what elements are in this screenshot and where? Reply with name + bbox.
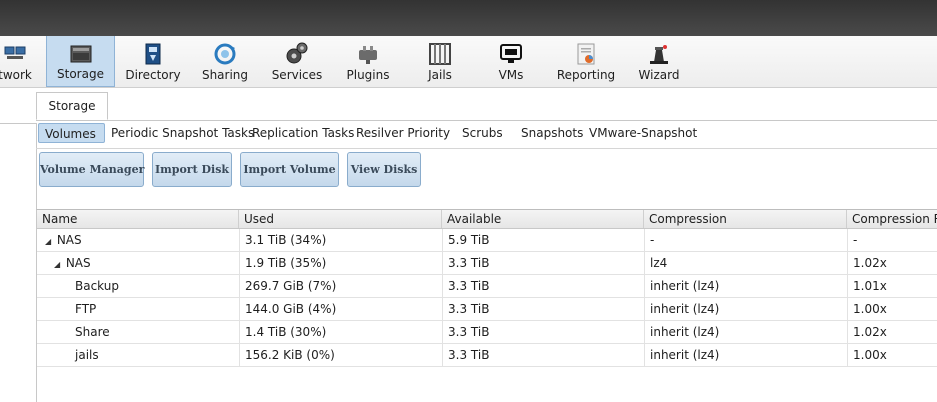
nav-label: Storage xyxy=(57,67,104,81)
nav-sharing[interactable]: Sharing xyxy=(192,36,258,87)
tab-storage[interactable]: Storage xyxy=(36,92,108,120)
table-row[interactable]: ◢ NAS 3.1 TiB (34%) 5.9 TiB - - xyxy=(37,229,937,252)
row-ratio: 1.00x xyxy=(847,344,937,366)
nav-vms[interactable]: VMs xyxy=(486,36,536,87)
nav-jails[interactable]: Jails xyxy=(414,36,466,87)
nav-label: Wizard xyxy=(638,68,680,82)
row-used: 3.1 TiB (34%) xyxy=(239,229,442,251)
volumes-table: Name Used Available Compression Compress… xyxy=(36,209,937,402)
row-name: jails xyxy=(75,348,99,362)
directory-icon xyxy=(145,43,161,65)
column-header-name[interactable]: Name xyxy=(37,210,239,228)
subtab-periodic-snapshot-tasks[interactable]: Periodic Snapshot Tasks xyxy=(111,123,254,143)
subtab-replication-tasks[interactable]: Replication Tasks xyxy=(252,123,354,143)
nav-label: Jails xyxy=(428,68,452,82)
nav-network[interactable]: twork xyxy=(0,36,38,87)
row-used: 1.9 TiB (35%) xyxy=(239,252,442,274)
subtab-scrubs[interactable]: Scrubs xyxy=(462,123,503,143)
jails-icon xyxy=(429,43,451,65)
row-name: NAS xyxy=(65,256,91,270)
row-name-cell: ◢ NAS xyxy=(37,252,239,274)
network-icon xyxy=(4,46,26,59)
main-tab-strip: Storage xyxy=(36,88,937,121)
main-toolbar: twork Storage Directory Sharing Services… xyxy=(0,36,937,88)
column-header-compression[interactable]: Compression xyxy=(644,210,847,228)
row-ratio: 1.01x xyxy=(847,275,937,297)
row-used: 269.7 GiB (7%) xyxy=(239,275,442,297)
row-compression: inherit (lz4) xyxy=(644,321,847,343)
expand-triangle-icon[interactable]: ◢ xyxy=(45,231,53,251)
volume-manager-button[interactable]: Volume Manager xyxy=(39,152,144,187)
subtab-snapshots[interactable]: Snapshots xyxy=(521,123,583,143)
nav-label: VMs xyxy=(498,68,524,82)
row-used: 144.0 GiB (4%) xyxy=(239,298,442,320)
row-available: 3.3 TiB xyxy=(442,321,644,343)
row-available: 3.3 TiB xyxy=(442,298,644,320)
top-header-bar xyxy=(0,0,937,36)
import-disk-button[interactable]: Import Disk xyxy=(152,152,232,187)
nav-plugins[interactable]: Plugins xyxy=(340,36,396,87)
row-ratio: 1.02x xyxy=(847,321,937,343)
nav-directory[interactable]: Directory xyxy=(118,36,188,87)
subtab-volumes[interactable]: Volumes xyxy=(38,123,105,143)
vms-icon xyxy=(500,44,522,63)
import-volume-button[interactable]: Import Volume xyxy=(240,152,339,187)
table-row[interactable]: FTP 144.0 GiB (4%) 3.3 TiB inherit (lz4)… xyxy=(37,298,937,321)
row-name: Backup xyxy=(75,279,119,293)
table-row[interactable]: Backup 269.7 GiB (7%) 3.3 TiB inherit (l… xyxy=(37,275,937,298)
row-name: FTP xyxy=(75,302,97,316)
left-tree-pane[interactable] xyxy=(0,123,37,402)
view-disks-button[interactable]: View Disks xyxy=(347,152,421,187)
table-row[interactable]: ◢ NAS 1.9 TiB (35%) 3.3 TiB lz4 1.02x xyxy=(37,252,937,275)
table-row[interactable]: jails 156.2 KiB (0%) 3.3 TiB inherit (lz… xyxy=(37,344,937,367)
row-ratio: 1.00x xyxy=(847,298,937,320)
subtab-resilver-priority[interactable]: Resilver Priority xyxy=(356,123,450,143)
column-header-available[interactable]: Available xyxy=(442,210,644,228)
row-compression: inherit (lz4) xyxy=(644,298,847,320)
nav-wizard[interactable]: Wizard xyxy=(632,36,686,87)
row-name: Share xyxy=(75,325,110,339)
storage-icon xyxy=(70,45,91,63)
row-available: 3.3 TiB xyxy=(442,252,644,274)
row-ratio: - xyxy=(847,229,937,251)
row-name: NAS xyxy=(56,233,82,247)
nav-reporting[interactable]: Reporting xyxy=(554,36,618,87)
table-row[interactable]: Share 1.4 TiB (30%) 3.3 TiB inherit (lz4… xyxy=(37,321,937,344)
reporting-icon xyxy=(577,43,595,65)
plugins-icon xyxy=(359,46,377,64)
row-available: 3.3 TiB xyxy=(442,344,644,366)
row-compression: - xyxy=(644,229,847,251)
row-available: 5.9 TiB xyxy=(442,229,644,251)
nav-label: Sharing xyxy=(201,68,249,82)
sharing-icon xyxy=(214,43,236,65)
nav-label: Reporting xyxy=(556,68,616,82)
table-header: Name Used Available Compression Compress… xyxy=(37,210,937,229)
services-icon xyxy=(286,42,308,64)
wizard-icon xyxy=(650,45,668,64)
nav-label: Plugins xyxy=(346,68,390,82)
subtab-vmware-snapshot[interactable]: VMware-Snapshot xyxy=(589,123,697,143)
row-ratio: 1.02x xyxy=(847,252,937,274)
action-button-row: Volume Manager Import Disk Import Volume… xyxy=(36,148,937,203)
row-used: 1.4 TiB (30%) xyxy=(239,321,442,343)
row-available: 3.3 TiB xyxy=(442,275,644,297)
subtab-bar: Volumes Periodic Snapshot Tasks Replicat… xyxy=(36,120,937,148)
nav-storage[interactable]: Storage xyxy=(46,36,115,87)
nav-label: twork xyxy=(0,68,32,82)
row-compression: lz4 xyxy=(644,252,847,274)
column-header-used[interactable]: Used xyxy=(239,210,442,228)
row-name-cell: ◢ NAS xyxy=(37,229,239,251)
row-compression: inherit (lz4) xyxy=(644,275,847,297)
row-used: 156.2 KiB (0%) xyxy=(239,344,442,366)
row-compression: inherit (lz4) xyxy=(644,344,847,366)
nav-label: Directory xyxy=(125,68,181,82)
expand-triangle-icon[interactable]: ◢ xyxy=(54,254,62,274)
column-header-compression-ratio[interactable]: Compression Ra xyxy=(847,210,937,228)
nav-label: Services xyxy=(271,68,323,82)
nav-services[interactable]: Services xyxy=(266,36,328,87)
